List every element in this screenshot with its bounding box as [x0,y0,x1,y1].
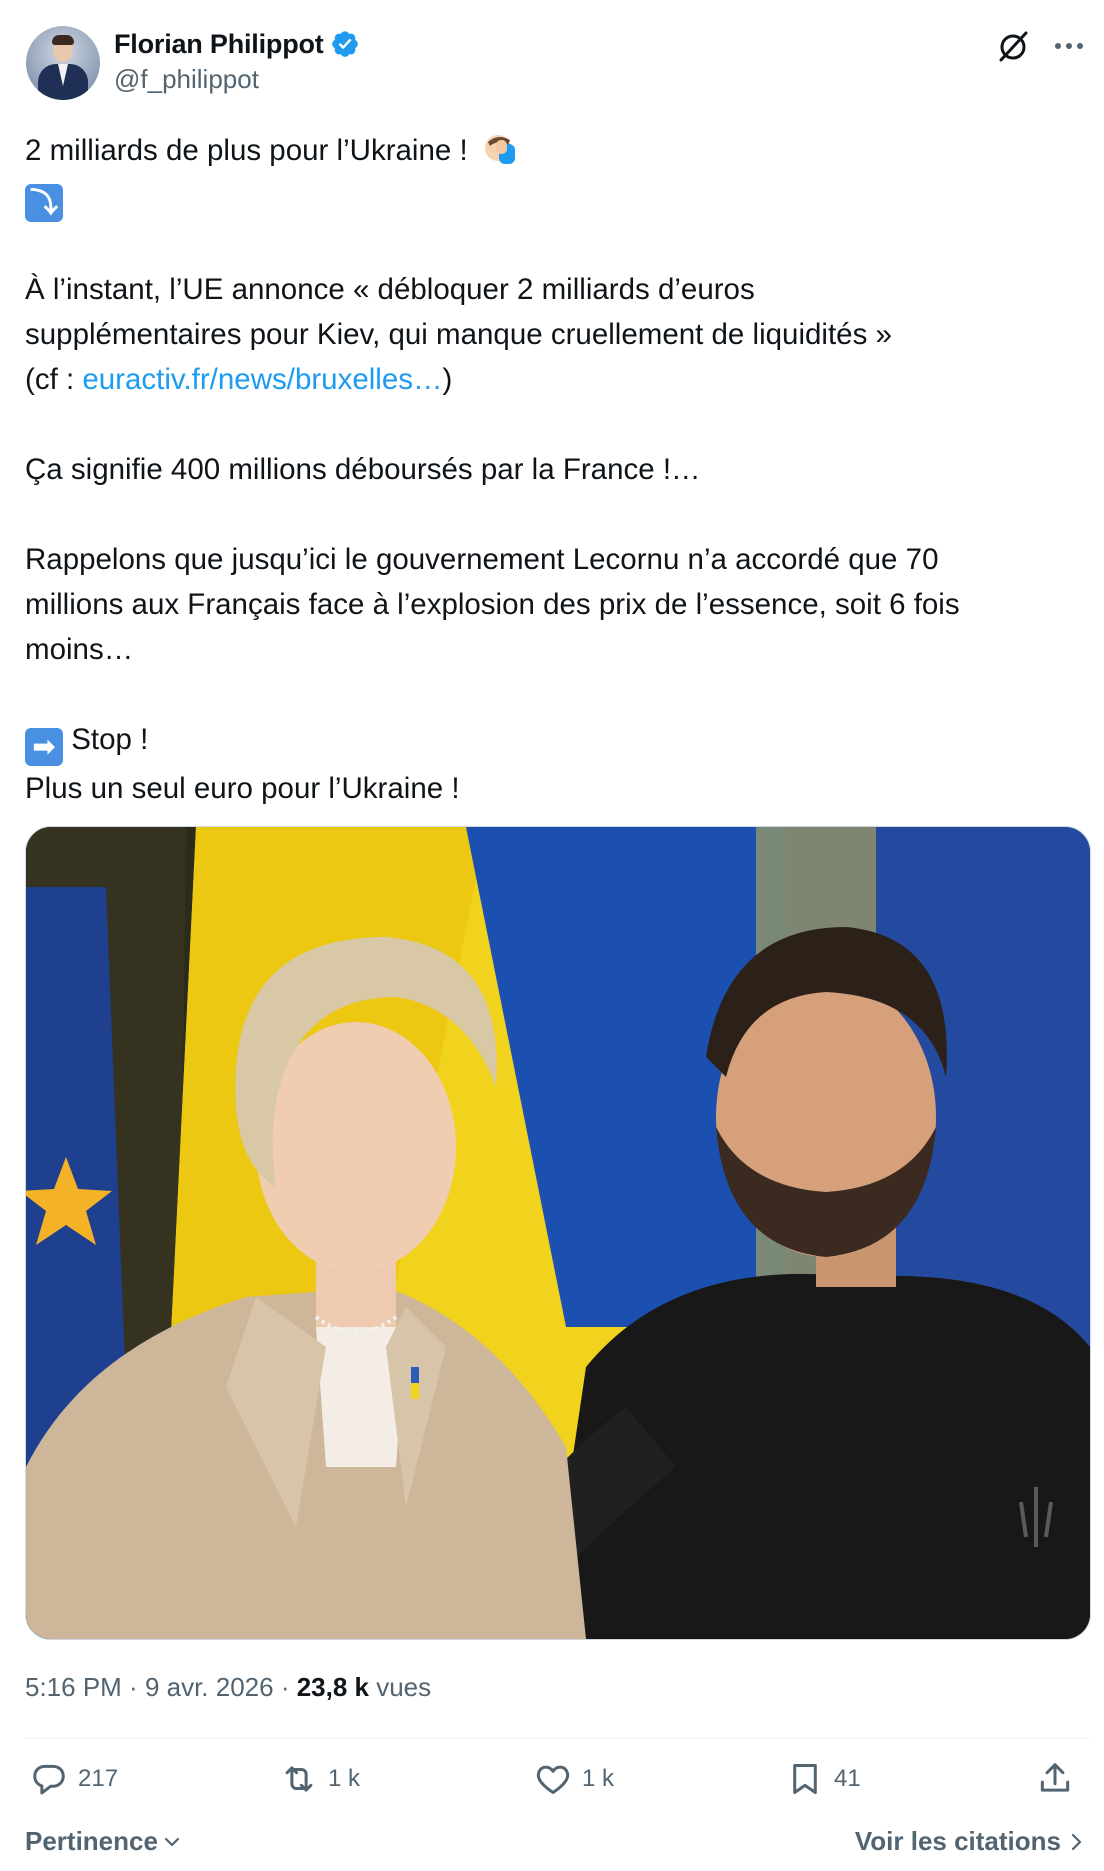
sort-dropdown[interactable]: Pertinence [25,1826,182,1857]
cf-prefix: (cf : [25,363,83,396]
tweet-meta: 5:16 PM · 9 avr. 2026 · 23,8 k vues [25,1672,431,1703]
tweet-date[interactable]: 9 avr. 2026 [145,1672,274,1702]
tweet-paragraph-1c: (cf : euractiv.fr/news/bruxelles…) [25,357,1085,402]
chevron-right-icon [1071,1833,1082,1850]
tweet-line-2: ⤵ [25,173,1085,222]
views-count: 23,8 k [296,1672,369,1702]
views-label: vues [369,1672,432,1702]
retweet-count: 1 k [328,1765,361,1792]
meta-separator: · [273,1672,297,1702]
divider [25,1738,1089,1739]
chevron-down-icon [164,1837,180,1846]
grok-icon[interactable] [996,28,1032,64]
share-icon [1040,1763,1070,1792]
author-name-row: Florian Philippot [114,26,360,62]
reply-count: 217 [78,1765,119,1792]
share-button[interactable] [1036,1760,1074,1798]
down-arrow-emoji-icon: ⤵ [25,184,63,222]
meta-separator: · [121,1672,145,1702]
tweet-last-line: Plus un seul euro pour l’Ukraine ! [25,772,460,805]
like-count: 1 k [582,1765,615,1792]
tweet-paragraph-1a: À l’instant, l’UE annonce « débloquer 2 … [25,273,755,306]
stop-text: Stop ! [71,723,149,756]
tweet-paragraph-3a: Rappelons que jusqu’ici le gouvernement … [25,543,939,576]
author-avatar[interactable] [26,26,100,100]
tweet-headline: 2 milliards de plus pour l’Ukraine ! [25,134,468,167]
like-button[interactable]: 1 k [534,1760,614,1798]
tweet-stop-line: ➡ Stop ! [25,717,1085,766]
view-quotes-link[interactable]: Voir les citations [855,1826,1085,1857]
verified-badge-icon [331,31,358,57]
tweet-time[interactable]: 5:16 PM [25,1672,122,1702]
tweet-line-1: 2 milliards de plus pour l’Ukraine ! [25,128,1085,173]
tweet-paragraph-2: Ça signifie 400 millions déboursés par l… [25,453,701,486]
author-block: Florian Philippot @f_philippot [114,26,360,95]
tweet-paragraph-3b: millions aux Français face à l’explosion… [25,588,960,621]
facepalm-emoji-icon [484,135,515,164]
photo-illustration [26,827,1090,1639]
bookmark-button[interactable]: 41 [786,1760,861,1798]
right-arrow-emoji-icon: ➡ [25,728,63,766]
bookmark-count: 41 [834,1765,861,1792]
cf-suffix: ) [442,363,453,396]
bookmark-icon [793,1764,817,1794]
tweet-detail: Florian Philippot @f_philippot 2 milliar… [0,0,1104,1871]
reply-button[interactable]: 217 [30,1760,118,1798]
retweet-button[interactable]: 1 k [280,1760,360,1798]
like-icon [536,1765,570,1794]
action-bar: 217 1 k 1 k 41 [0,1760,1104,1816]
tweet-text: 2 milliards de plus pour l’Ukraine ! ⤵ À… [25,128,1085,811]
author-name[interactable]: Florian Philippot [114,29,324,60]
view-quotes-label: Voir les citations [854,1826,1061,1856]
tweet-photo[interactable] [25,826,1091,1640]
tweet-paragraph-3c: moins… [25,633,134,666]
author-handle[interactable]: @f_philippot [114,64,360,95]
reply-icon [33,1764,65,1795]
sort-label: Pertinence [25,1826,158,1856]
tweet-paragraph-1b: supplémentaires pour Kiev, qui manque cr… [25,318,892,351]
article-link[interactable]: euractiv.fr/news/bruxelles… [82,363,442,396]
replies-footer: Pertinence Voir les citations [25,1826,1085,1866]
more-icon[interactable] [1052,32,1086,60]
retweet-icon [285,1766,313,1792]
